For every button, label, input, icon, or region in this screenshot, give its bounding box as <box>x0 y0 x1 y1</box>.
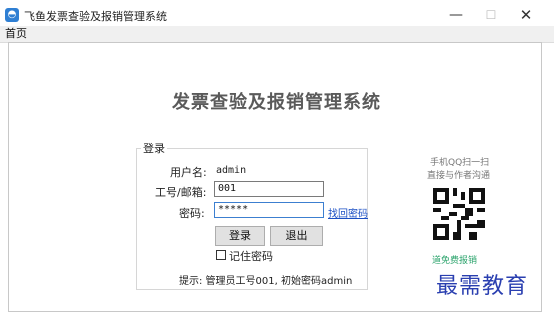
id-field[interactable]: 001 <box>214 181 324 197</box>
password-field[interactable]: ***** <box>214 202 324 218</box>
free-reimbursement-link[interactable]: 道免费报销 <box>432 253 477 266</box>
watermark-logo: 最需教育 <box>436 274 529 299</box>
exit-button[interactable]: 退出 <box>270 226 323 246</box>
login-group-title: 登录 <box>141 140 167 156</box>
app-fish-icon: ◓ <box>5 8 19 22</box>
window-title: 飞鱼发票查验及报销管理系统 <box>24 10 167 23</box>
remember-password-checkbox[interactable] <box>216 250 226 260</box>
id-label: 工号/邮箱: <box>155 186 207 199</box>
maximize-button[interactable]: ☐ <box>471 4 511 26</box>
retrieve-password-link[interactable]: 找回密码 <box>328 205 368 220</box>
menu-bar: 首页 <box>0 26 554 43</box>
login-button[interactable]: 登录 <box>215 226 265 246</box>
menu-item-home[interactable]: 首页 <box>5 26 27 42</box>
qq-scan-text: 手机QQ扫一扫 <box>430 158 490 168</box>
page-title: 发票查验及报销管理系统 <box>172 92 381 113</box>
username-value: admin <box>216 165 247 176</box>
close-button[interactable]: ✕ <box>506 4 546 26</box>
password-label: 密码: <box>179 207 205 220</box>
qq-contact-text: 直接与作者沟通 <box>427 171 491 181</box>
minimize-button[interactable]: — <box>436 4 476 26</box>
qr-code-image <box>433 188 485 240</box>
remember-password-label: 记住密码 <box>229 250 273 263</box>
username-label: 用户名: <box>170 166 207 179</box>
hint-text: 提示: 管理员工号001, 初始密码admin <box>179 276 353 287</box>
